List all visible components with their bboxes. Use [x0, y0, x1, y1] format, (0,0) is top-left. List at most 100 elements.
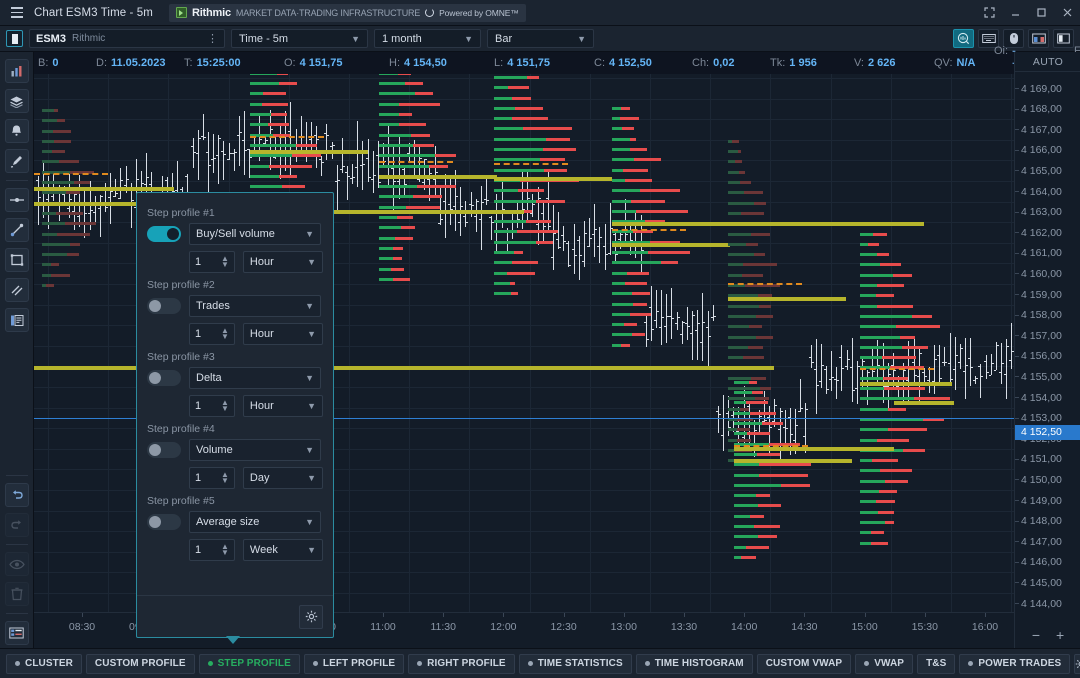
step-profile-type-value: Delta: [196, 372, 222, 384]
sell-volume-bar: [661, 261, 678, 265]
buy-volume-bar: [379, 164, 429, 168]
symbol-kebab-icon[interactable]: ⋮: [207, 33, 218, 44]
step-profile-type-dropdown-4[interactable]: Volume ▼: [189, 439, 321, 461]
step-profile-type-dropdown-5[interactable]: Average size ▼: [189, 511, 321, 533]
sell-volume-bar: [751, 376, 766, 380]
minimize-icon[interactable]: [1002, 0, 1028, 26]
stepper-arrows-icon[interactable]: ▲ ▼: [221, 399, 229, 413]
ohlc-value: 11.05.2023: [111, 57, 166, 69]
rectangle-icon[interactable]: [4, 248, 29, 272]
drawing-pencil-icon[interactable]: [4, 149, 29, 173]
stepper-arrows-icon[interactable]: ▲ ▼: [221, 327, 229, 341]
step-profile-type-dropdown-3[interactable]: Delta ▼: [189, 367, 321, 389]
tab-left-profile[interactable]: LEFT PROFILE: [303, 653, 405, 674]
price-bar: [872, 348, 874, 377]
text-note-icon[interactable]: [4, 308, 29, 332]
step-profile-unit-dropdown-4[interactable]: Day ▼: [242, 467, 323, 489]
fullscreen-icon[interactable]: [976, 0, 1002, 26]
ohlc-field-b: B: 0: [38, 57, 59, 69]
horizontal-line-icon[interactable]: [4, 188, 29, 212]
sell-volume-bar: [46, 284, 54, 287]
tab-custom-profile[interactable]: CUSTOM PROFILE: [85, 653, 195, 674]
step-profile-row-2: Trades ▼: [147, 295, 323, 317]
tab-power-trades[interactable]: POWER TRADES: [959, 653, 1071, 674]
price-bar-close: [656, 310, 659, 312]
tab-custom-vwap[interactable]: CUSTOM VWAP: [756, 653, 852, 674]
sell-volume-bar: [625, 281, 648, 285]
layout-icon[interactable]: [1028, 29, 1049, 48]
buy-volume-bar: [860, 376, 884, 380]
tab-time-histogram[interactable]: TIME HISTOGRAM: [635, 653, 753, 674]
stepper-arrows-icon[interactable]: ▲ ▼: [221, 255, 229, 269]
tab-vwap[interactable]: VWAP: [855, 653, 914, 674]
buy-volume-bar: [734, 432, 747, 436]
gear-icon[interactable]: [1074, 653, 1080, 674]
step-profile-toggle-5[interactable]: [147, 514, 181, 530]
step-profile-count-stepper-5[interactable]: 1 ▲ ▼: [189, 539, 235, 561]
sell-volume-bar: [66, 191, 80, 195]
zoom-out-button[interactable]: −: [1032, 627, 1040, 643]
close-icon[interactable]: [1054, 0, 1080, 26]
buy-volume-bar: [860, 263, 880, 267]
sell-volume-bar: [53, 108, 58, 112]
symbol-selector[interactable]: ESM3 Rithmic ⋮: [29, 29, 225, 48]
step-profile-unit-dropdown-2[interactable]: Hour ▼: [242, 323, 323, 345]
tab-t-s[interactable]: T&S: [917, 653, 956, 674]
sell-volume-bar: [269, 164, 313, 168]
maximize-icon[interactable]: [1028, 0, 1054, 26]
step-profile-count-stepper-2[interactable]: 1 ▲ ▼: [189, 323, 235, 345]
price-bar-open: [231, 152, 235, 154]
tab-right-profile[interactable]: RIGHT PROFILE: [408, 653, 515, 674]
gear-icon[interactable]: [299, 604, 323, 629]
alerts-bell-icon[interactable]: [4, 119, 29, 143]
price-axis[interactable]: AUTO − + 4 169,00 4 168,00 4 167,00 4 166,0…: [1014, 52, 1080, 648]
step-profile-type-dropdown-2[interactable]: Trades ▼: [189, 295, 321, 317]
step-profile-toggle-2[interactable]: [147, 298, 181, 314]
price-bar-close: [352, 176, 356, 178]
tab-time-statistics[interactable]: TIME STATISTICS: [518, 653, 632, 674]
step-profile-unit-dropdown-3[interactable]: Hour ▼: [242, 395, 323, 417]
layers-icon[interactable]: [4, 89, 29, 113]
tab-status-dot: [417, 661, 423, 666]
time-tick-mark: [924, 613, 926, 617]
tab-cluster[interactable]: CLUSTER: [6, 653, 82, 674]
buy-volume-bar: [379, 216, 398, 220]
price-tick: 4 158,00: [1015, 309, 1080, 322]
ohlc-value: 4 151,75: [507, 57, 551, 69]
trend-line-icon[interactable]: [4, 218, 29, 242]
step-profile-count-stepper-1[interactable]: 1 ▲ ▼: [189, 251, 235, 273]
toolbar-divider: [5, 180, 28, 181]
chart-type-icon[interactable]: [4, 59, 29, 83]
sidebar-icon[interactable]: [1053, 29, 1074, 48]
stepper-arrows-icon[interactable]: ▲ ▼: [221, 543, 229, 557]
chart-style-dropdown[interactable]: Bar ▼: [487, 29, 594, 48]
step-profile-unit-dropdown-1[interactable]: Hour ▼: [242, 251, 323, 273]
step-profile-unit-value: Week: [249, 544, 278, 556]
time-tick-label: 13:00: [610, 621, 637, 633]
sell-volume-bar: [749, 411, 776, 415]
step-profile-unit-dropdown-5[interactable]: Week ▼: [242, 539, 323, 561]
ohlc-info-bar: B: 0 D: 11.05.2023 T: 15:25:00 O: 4 151,75 H: 4 1…: [34, 45, 1080, 81]
step-profile-type-dropdown-1[interactable]: Buy/Sell volume ▼: [189, 223, 321, 245]
step-profile-count-stepper-4[interactable]: 1 ▲ ▼: [189, 467, 235, 489]
sell-volume-bar: [734, 160, 742, 164]
step-profile-toggle-1[interactable]: [147, 226, 181, 242]
buy-volume-bar: [494, 281, 510, 285]
indicator-icon[interactable]: [953, 29, 974, 48]
step-profile-count-stepper-3[interactable]: 1 ▲ ▼: [189, 395, 235, 417]
hamburger-menu-icon[interactable]: [4, 0, 30, 26]
price-bar-close: [939, 378, 943, 380]
step-profile-toggle-3[interactable]: [147, 370, 181, 386]
price-axis-auto-label[interactable]: AUTO: [1015, 52, 1080, 72]
price-bar: [491, 215, 493, 241]
undo-icon[interactable]: [4, 483, 29, 507]
tab-step-profile[interactable]: STEP PROFILE: [198, 653, 300, 674]
zoom-in-button[interactable]: +: [1056, 627, 1064, 643]
period-dropdown[interactable]: 1 month ▼: [374, 29, 481, 48]
parallel-channel-icon[interactable]: [4, 278, 29, 302]
panel-toggle-icon[interactable]: [6, 30, 23, 47]
step-profile-toggle-4[interactable]: [147, 442, 181, 458]
timeframe-dropdown[interactable]: Time - 5m ▼: [231, 29, 368, 48]
objects-list-icon[interactable]: [4, 621, 29, 645]
stepper-arrows-icon[interactable]: ▲ ▼: [221, 471, 229, 485]
